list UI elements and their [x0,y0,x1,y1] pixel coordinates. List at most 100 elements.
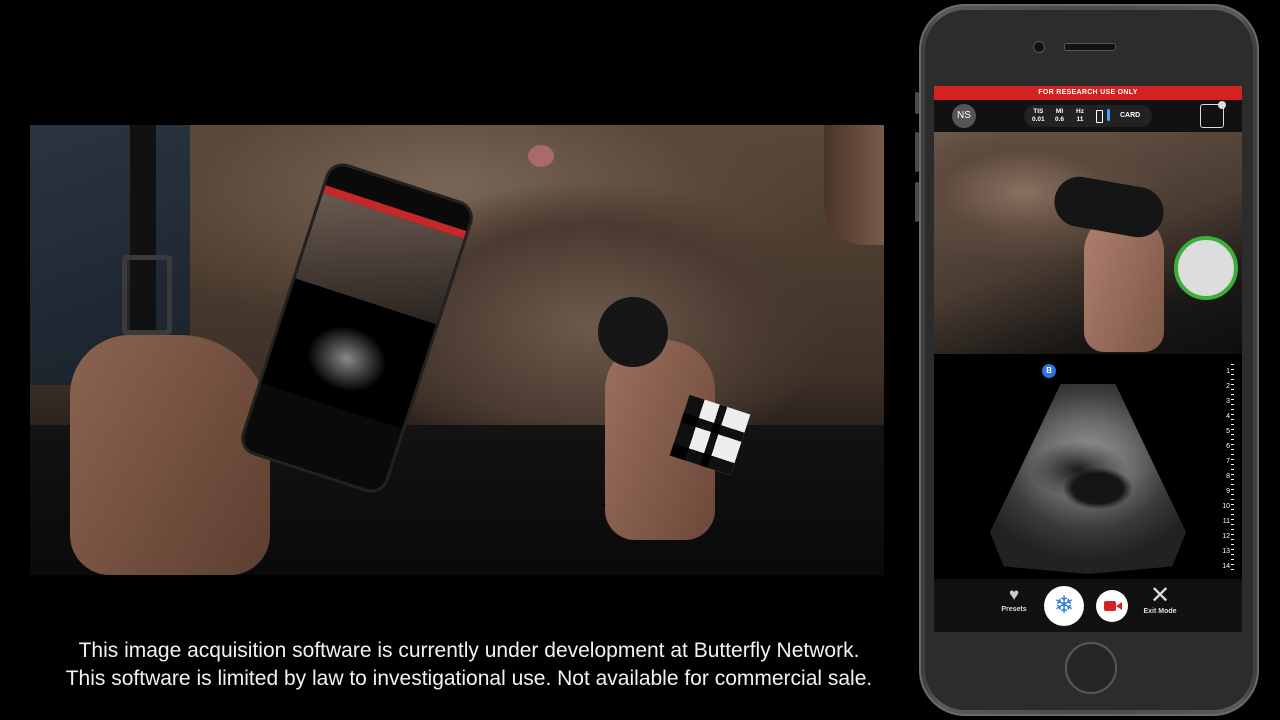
earpiece-speaker [1064,43,1116,51]
ultrasound-view: B 1 2 3 4 5 6 7 8 9 10 11 12 13 14 [934,354,1242,579]
belt-buckle [122,255,172,335]
depth-tick [1231,494,1234,495]
hand-holding-phone [70,335,270,575]
depth-tick [1231,509,1234,510]
video-camera-lens [1116,602,1122,610]
battery-icon [1096,110,1103,123]
volume-down-button [915,182,919,222]
presets-button[interactable]: ♥ Presets [996,585,1032,613]
param-tis: TIS 0.01 [1032,108,1045,124]
param-tis-label: TIS [1033,108,1044,115]
depth-tick [1231,554,1234,555]
depth-tick [1231,419,1234,420]
mute-switch [915,92,919,114]
disclaimer-caption: This image acquisition software is curre… [0,637,938,693]
front-camera [1033,41,1045,53]
bottom-toolbar: ♥ Presets ❄ ✕ Exit Mode [934,579,1242,632]
depth-label: 4 [1226,413,1230,420]
depth-scale: 1 2 3 4 5 6 7 8 9 10 11 12 13 14 [1218,362,1234,576]
user-indicator-icon [1218,101,1226,109]
depth-tick [1231,409,1234,410]
param-tis-value: 0.01 [1032,116,1045,123]
ultrasound-probe [598,297,668,367]
b-mode-badge: B [1042,364,1056,378]
depth-tick [1231,434,1234,435]
depth-tick [1231,379,1234,380]
freeze-button[interactable]: ❄ [1044,586,1084,626]
depth-label: 14 [1222,563,1230,570]
depth-tick [1231,399,1234,400]
depth-tick [1231,389,1234,390]
exit-mode-button[interactable]: ✕ Exit Mode [1140,582,1180,616]
thermometer-icon [1107,109,1110,121]
depth-tick [1231,519,1234,520]
depth-tick [1231,469,1234,470]
depth-tick [1231,384,1234,385]
depth-tick [1231,414,1234,415]
param-hz-label: Hz [1076,108,1084,115]
depth-tick [1231,564,1234,565]
depth-tick [1231,484,1234,485]
depth-tick [1231,499,1234,500]
chest-detail [528,145,554,167]
depth-label: 10 [1222,503,1230,510]
depth-label: 9 [1226,488,1230,495]
ultrasound-image [990,384,1186,574]
disclaimer-line-1: This image acquisition software is curre… [78,639,860,662]
camera-probe [1050,172,1168,242]
heart-icon: ♥ [1008,585,1020,604]
depth-tick [1231,474,1234,475]
depth-tick [1231,549,1234,550]
imaging-parameters: TIS 0.01 MI 0.6 Hz 11 CARD [1024,105,1152,127]
disclaimer-line-2: This software is limited by law to inves… [65,667,873,690]
depth-tick [1231,424,1234,425]
user-avatar[interactable]: NS [952,104,976,128]
depth-tick [1231,369,1234,370]
depth-tick [1231,404,1234,405]
presets-label: Presets [1001,606,1027,613]
depth-tick [1231,439,1234,440]
video-camera-icon [1104,601,1116,611]
depth-tick [1231,459,1234,460]
depth-label: 6 [1226,443,1230,450]
close-icon: ✕ [1149,582,1171,609]
phone-screen: FOR RESEARCH USE ONLY NS TIS 0.01 MI 0.6… [934,86,1242,632]
depth-label: 8 [1226,473,1230,480]
face [824,125,884,245]
record-button[interactable] [1096,590,1128,622]
param-mi-label: MI [1055,108,1064,115]
depth-tick [1231,534,1234,535]
param-mi-value: 0.6 [1055,116,1065,123]
depth-tick [1231,529,1234,530]
app-top-bar: NS TIS 0.01 MI 0.6 Hz 11 CARD [934,100,1242,132]
depth-label: 5 [1226,428,1230,435]
depth-tick [1231,504,1234,505]
demo-video-frame [30,125,884,575]
depth-label: 12 [1222,533,1230,540]
depth-tick [1231,479,1234,480]
depth-label: 2 [1226,383,1230,390]
camera-view [934,132,1242,354]
depth-tick [1231,394,1234,395]
param-hz: Hz 11 [1076,108,1084,124]
depth-tick [1231,559,1234,560]
param-mi: MI 0.6 [1055,108,1064,124]
depth-tick [1231,374,1234,375]
depth-tick [1231,444,1234,445]
depth-tick [1231,454,1234,455]
depth-label: 13 [1222,548,1230,555]
depth-tick [1231,514,1234,515]
depth-tick [1231,364,1234,365]
depth-label: 11 [1222,518,1230,525]
depth-tick [1231,449,1234,450]
depth-tick [1231,489,1234,490]
preset-name: CARD [1120,112,1141,119]
depth-tick [1231,569,1234,570]
depth-tick [1231,539,1234,540]
depth-label: 7 [1226,458,1230,465]
depth-label: 3 [1226,398,1230,405]
home-button[interactable] [1065,642,1117,694]
depth-label: 1 [1226,368,1230,375]
depth-tick [1231,429,1234,430]
depth-tick [1231,464,1234,465]
